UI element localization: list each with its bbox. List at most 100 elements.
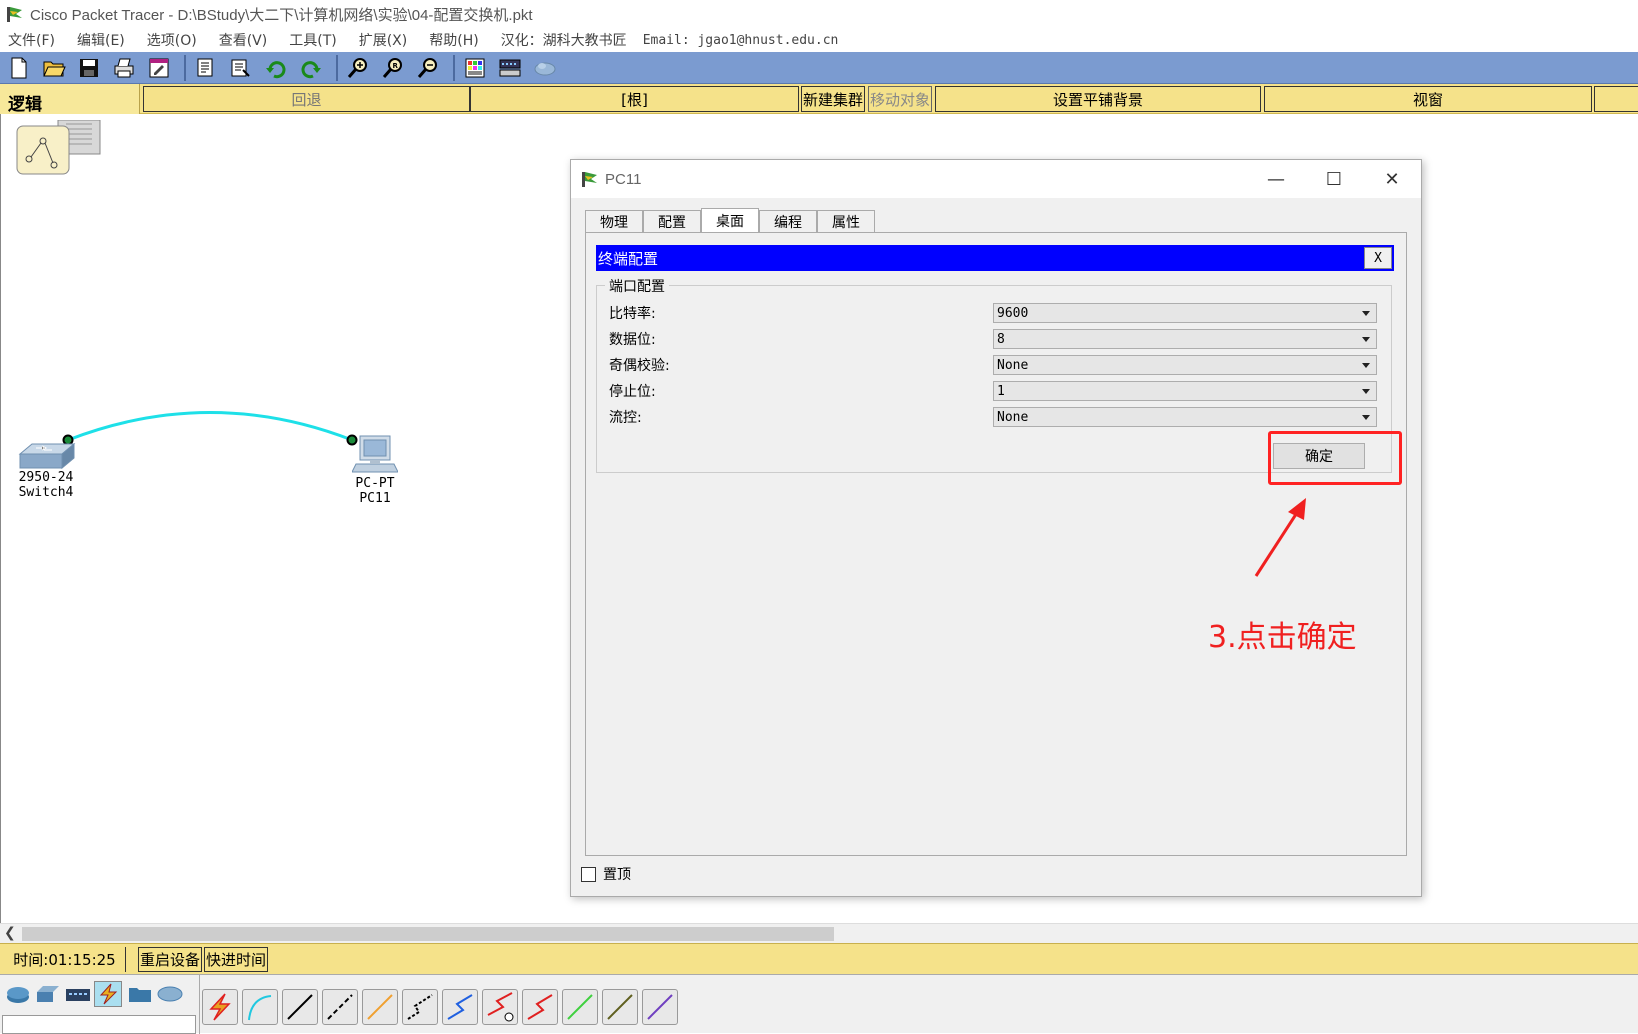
serial-dte-cable-icon[interactable] xyxy=(522,989,558,1025)
pc-name: PC11 xyxy=(359,491,391,506)
packet-tracer-logo-icon xyxy=(7,7,22,22)
phone-cable-icon[interactable] xyxy=(402,989,438,1025)
octal-cable-icon[interactable] xyxy=(562,989,598,1025)
menu-edit[interactable]: 编辑(E) xyxy=(77,30,125,50)
root-button[interactable]: [根] xyxy=(470,86,799,112)
back-button[interactable]: 回退 xyxy=(143,86,470,112)
pc-model: PC-PT xyxy=(355,476,395,491)
toolbar-separator xyxy=(336,54,338,81)
contact-email: Email: jgao1@hnust.edu.cn xyxy=(642,32,839,48)
bits-per-second-label: 比特率: xyxy=(609,306,656,322)
fast-forward-time-button[interactable]: 快进时间 xyxy=(204,947,268,972)
always-on-top-label: 置顶 xyxy=(603,867,631,883)
crossover-cable-icon[interactable] xyxy=(322,989,358,1025)
connections-icon[interactable] xyxy=(94,981,122,1007)
tab-physical[interactable]: 物理 xyxy=(585,210,643,232)
menu-file[interactable]: 文件(F) xyxy=(8,30,55,50)
tab-programming[interactable]: 编程 xyxy=(759,210,817,232)
activity-wizard-icon[interactable] xyxy=(144,55,174,81)
move-object-button[interactable]: 移动对象 xyxy=(868,86,932,112)
auto-cable-icon[interactable] xyxy=(202,989,238,1025)
menu-view[interactable]: 查看(V) xyxy=(219,30,268,50)
switches-icon[interactable] xyxy=(34,981,62,1007)
terminal-config-title: 终端配置 xyxy=(598,249,659,268)
scrollbar-thumb[interactable] xyxy=(22,927,834,941)
open-folder-icon[interactable] xyxy=(39,55,69,81)
chevron-down-icon xyxy=(1362,363,1370,368)
hubs-icon[interactable] xyxy=(64,981,92,1007)
routers-icon[interactable] xyxy=(4,981,32,1007)
bits-per-second-select[interactable]: 9600 xyxy=(993,303,1377,323)
redo-icon[interactable] xyxy=(296,55,326,81)
menu-extensions[interactable]: 扩展(X) xyxy=(359,30,408,50)
usb-cable-icon[interactable] xyxy=(642,989,678,1025)
horizontal-scrollbar[interactable]: ❮ xyxy=(0,923,1638,943)
tab-attributes[interactable]: 属性 xyxy=(817,210,875,232)
new-file-icon[interactable] xyxy=(4,55,34,81)
parity-select[interactable]: None xyxy=(993,355,1377,375)
paste-icon[interactable] xyxy=(226,55,256,81)
save-icon[interactable] xyxy=(74,55,104,81)
stop-bits-value: 1 xyxy=(997,383,1005,399)
terminal-close-button[interactable]: X xyxy=(1364,247,1392,269)
zoom-out-icon[interactable] xyxy=(413,55,443,81)
zoom-reset-icon[interactable]: R xyxy=(378,55,408,81)
maximize-icon[interactable]: ☐ xyxy=(1305,160,1363,198)
straight-through-cable-icon[interactable] xyxy=(282,989,318,1025)
always-on-top-toggle[interactable]: 置顶 xyxy=(581,864,631,884)
pc-device-icon[interactable] xyxy=(352,434,398,476)
zoom-in-icon[interactable] xyxy=(343,55,373,81)
chevron-down-icon xyxy=(1362,389,1370,394)
palette-icon[interactable] xyxy=(460,55,490,81)
new-cluster-button[interactable]: 新建集群 xyxy=(801,86,865,112)
chevron-down-icon xyxy=(1362,311,1370,316)
scroll-left-icon[interactable]: ❮ xyxy=(4,925,16,941)
tab-config[interactable]: 配置 xyxy=(643,210,701,232)
always-on-top-checkbox[interactable] xyxy=(581,866,596,882)
device-template-icon[interactable] xyxy=(495,55,525,81)
terminal-config-header: 终端配置 X xyxy=(596,245,1394,271)
data-bits-label: 数据位: xyxy=(609,332,656,348)
toolbar-separator xyxy=(453,54,455,81)
packet-tracer-logo-icon xyxy=(582,172,597,187)
fiber-cable-icon[interactable] xyxy=(362,989,398,1025)
workbar-spacer xyxy=(1594,86,1638,112)
power-cycle-devices-button[interactable]: 重启设备 xyxy=(138,947,202,972)
set-tiled-background-button[interactable]: 设置平铺背景 xyxy=(935,86,1261,112)
menu-options[interactable]: 选项(O) xyxy=(147,30,197,50)
logical-view-icon[interactable] xyxy=(16,120,102,176)
switch-device-icon[interactable] xyxy=(18,442,76,472)
menu-help[interactable]: 帮助(H) xyxy=(429,30,478,50)
copy-icon[interactable] xyxy=(191,55,221,81)
stop-bits-select[interactable]: 1 xyxy=(993,381,1377,401)
print-icon[interactable] xyxy=(109,55,139,81)
annotation-highlight-box xyxy=(1268,431,1402,485)
wan-emulation-icon[interactable] xyxy=(156,981,184,1007)
switch-label: 2950-24 Switch4 xyxy=(10,470,82,500)
flow-control-select[interactable]: None xyxy=(993,407,1377,427)
iot-custom-cable-icon[interactable] xyxy=(602,989,638,1025)
end-devices-icon[interactable] xyxy=(126,981,154,1007)
console-cable-icon[interactable] xyxy=(242,989,278,1025)
pc-label: PC-PT PC11 xyxy=(340,476,410,506)
data-bits-value: 8 xyxy=(997,331,1005,347)
viewport-button[interactable]: 视窗 xyxy=(1264,86,1592,112)
annotation-text: 3.点击确定 xyxy=(1208,620,1357,655)
main-toolbar: R xyxy=(0,52,1638,84)
data-bits-select[interactable]: 8 xyxy=(993,329,1377,349)
dialog-title-bar[interactable]: PC11 — ☐ ✕ xyxy=(571,160,1421,198)
window-title: Cisco Packet Tracer - D:\BStudy\大二下\计算机网… xyxy=(30,6,533,24)
menu-tools[interactable]: 工具(T) xyxy=(289,30,336,50)
localization-credit: 汉化：湖科大教书匠 xyxy=(500,33,627,49)
minimize-icon[interactable]: — xyxy=(1247,160,1305,198)
cloud-icon[interactable] xyxy=(530,55,560,81)
undo-icon[interactable] xyxy=(261,55,291,81)
switch-model: 2950-24 xyxy=(18,470,74,485)
tab-desktop[interactable]: 桌面 xyxy=(701,208,759,232)
menu-bar: 文件(F) 编辑(E) 选项(O) 查看(V) 工具(T) 扩展(X) 帮助(H… xyxy=(0,28,1638,52)
close-icon[interactable]: ✕ xyxy=(1363,160,1421,198)
coaxial-cable-icon[interactable] xyxy=(442,989,478,1025)
serial-dce-cable-icon[interactable] xyxy=(482,989,518,1025)
dialog-tabs: 物理 配置 桌面 编程 属性 xyxy=(585,208,875,232)
chevron-down-icon xyxy=(1362,337,1370,342)
